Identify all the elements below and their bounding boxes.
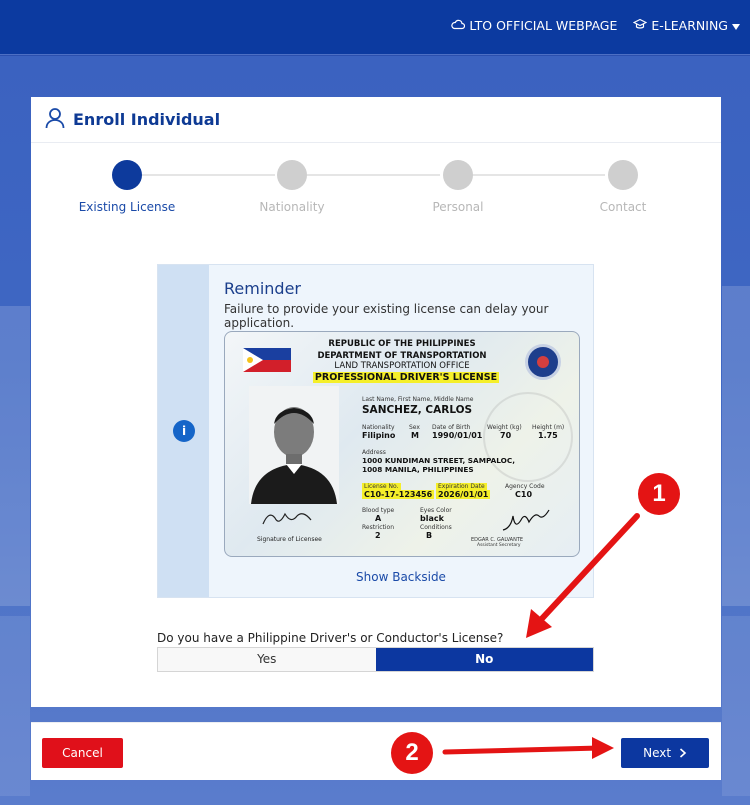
reminder-sidebar: i xyxy=(158,265,209,597)
card-header: Enroll Individual xyxy=(31,97,721,143)
agency-value: C10 xyxy=(515,490,533,499)
reminder-panel: i Reminder Failure to provide your exist… xyxy=(157,264,594,598)
license-photo xyxy=(249,386,339,504)
nationality-value: Filipino xyxy=(362,431,396,440)
licensee-name: SANCHEZ, CARLOS xyxy=(362,404,473,416)
step-dot xyxy=(608,160,638,190)
blood-type-value: A xyxy=(375,514,382,523)
step-contact: Contact xyxy=(563,160,683,214)
signature-caption: Signature of Licensee xyxy=(257,536,322,543)
step-dot xyxy=(112,160,142,190)
next-button[interactable]: Next xyxy=(621,738,709,768)
cloud-icon xyxy=(451,18,466,33)
licensee-signature-image xyxy=(262,512,312,525)
chevron-right-icon xyxy=(675,746,687,760)
official-title: Assistant Secretary xyxy=(477,543,521,548)
annotation-badge-1: 1 xyxy=(638,473,680,515)
step-existing-license: Existing License xyxy=(67,160,187,214)
card-heading-license-type: PROFESSIONAL DRIVER'S LICENSE xyxy=(313,372,499,383)
card-heading-department: DEPARTMENT OF TRANSPORTATION xyxy=(317,351,487,361)
card-heading-office: LAND TRANSPORTATION OFFICE xyxy=(334,361,470,371)
lto-official-webpage-label: LTO OFFICIAL WEBPAGE xyxy=(469,18,618,33)
dob-label: Date of Birth xyxy=(432,424,471,431)
address-line-1: 1000 KUNDIMAN STREET, SAMPALOC, xyxy=(362,456,516,465)
license-answer-toggle: Yes No xyxy=(157,647,594,672)
height-value: 1.75 xyxy=(538,431,558,440)
expiration-value: 2026/01/01 xyxy=(436,490,491,499)
graduation-cap-icon xyxy=(633,18,648,33)
card-heading-republic: REPUBLIC OF THE PHILIPPINES xyxy=(328,339,476,349)
enroll-card: Enroll Individual Existing License Natio… xyxy=(31,97,721,707)
e-learning-dropdown[interactable]: E-LEARNING xyxy=(633,18,740,33)
step-dot xyxy=(443,160,473,190)
step-label: Personal xyxy=(432,200,484,214)
step-label: Contact xyxy=(599,200,647,214)
cancel-button[interactable]: Cancel xyxy=(42,738,123,768)
blood-type-label: Blood type xyxy=(362,507,395,514)
user-icon xyxy=(45,107,65,133)
next-button-label: Next xyxy=(643,746,672,760)
conditions-value: B xyxy=(426,531,433,540)
top-links: LTO OFFICIAL WEBPAGE E-LEARNING xyxy=(451,18,740,33)
weight-value: 70 xyxy=(500,431,512,440)
step-personal: Personal xyxy=(398,160,518,214)
top-navigation-bar: LTO OFFICIAL WEBPAGE E-LEARNING xyxy=(0,0,750,55)
reminder-text: Failure to provide your existing license… xyxy=(224,302,549,330)
nationality-label: Nationality xyxy=(362,424,395,431)
step-label: Existing License xyxy=(78,200,176,214)
step-dot xyxy=(277,160,307,190)
caret-down-icon xyxy=(732,18,740,33)
cancel-button-label: Cancel xyxy=(62,746,103,760)
restriction-label: Restriction xyxy=(362,524,394,531)
progress-stepper: Existing License Nationality Personal Co… xyxy=(31,160,721,220)
annotation-badge-2: 2 xyxy=(391,732,433,774)
weight-label: Weight (kg) xyxy=(487,424,522,431)
license-no-label: License No. xyxy=(362,483,401,490)
license-no-value: C10-17-123456 xyxy=(362,490,435,499)
step-label: Nationality xyxy=(259,200,325,214)
yes-option-button[interactable]: Yes xyxy=(158,648,376,671)
height-label: Height (m) xyxy=(532,424,565,431)
sex-label: Sex xyxy=(409,424,420,431)
reminder-title: Reminder xyxy=(224,279,301,298)
sex-value: M xyxy=(411,431,419,440)
show-backside-link[interactable]: Show Backside xyxy=(158,570,593,584)
lto-official-webpage-link[interactable]: LTO OFFICIAL WEBPAGE xyxy=(451,18,617,33)
conditions-label: Conditions xyxy=(420,524,452,531)
dob-value: 1990/01/01 xyxy=(432,431,483,440)
address-label: Address xyxy=(362,449,386,456)
info-icon: i xyxy=(173,420,195,442)
no-option-button[interactable]: No xyxy=(375,648,593,671)
restriction-value: 2 xyxy=(375,531,381,540)
step-nationality: Nationality xyxy=(232,160,352,214)
expiration-label: Expiration Date xyxy=(436,483,487,490)
name-label: Last Name, First Name, Middle Name xyxy=(362,396,474,403)
sample-license-image: REPUBLIC OF THE PHILIPPINES DEPARTMENT O… xyxy=(224,331,580,557)
address-line-2: 1008 MANILA, PHILIPPINES xyxy=(362,465,474,474)
license-question: Do you have a Philippine Driver's or Con… xyxy=(157,631,504,645)
watermark-seal xyxy=(483,392,573,482)
form-footer: Cancel Next xyxy=(31,722,721,780)
eyes-color-value: black xyxy=(420,514,444,523)
page-title: Enroll Individual xyxy=(73,110,221,129)
eyes-color-label: Eyes Color xyxy=(420,507,452,514)
e-learning-label: E-LEARNING xyxy=(651,18,728,33)
agency-label: Agency Code xyxy=(505,483,545,490)
official-signature-image xyxy=(502,509,550,531)
